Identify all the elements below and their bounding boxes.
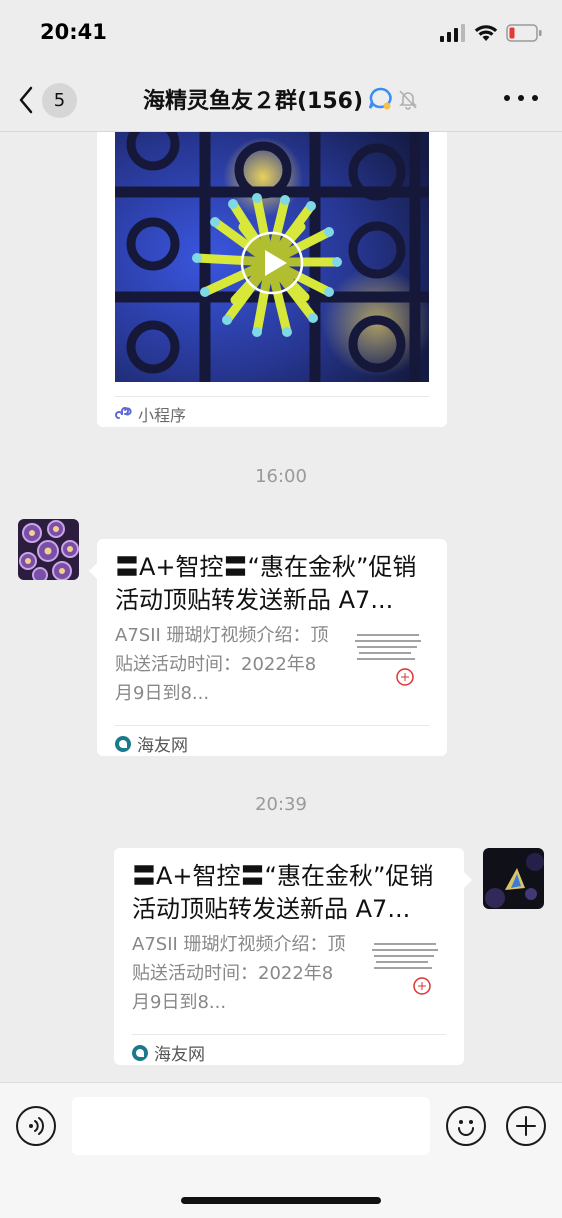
link-card-title: 〓A+智控〓“惠在金秋”促销活动顶贴转发送新品 A7... — [132, 862, 434, 923]
emoji-icon[interactable] — [446, 1106, 486, 1146]
mute-bell-icon — [399, 90, 417, 110]
timestamp: 16:00 — [255, 466, 307, 487]
avatar[interactable] — [483, 848, 544, 909]
link-card[interactable]: 〓A+智控〓“惠在金秋”促销活动顶贴转发送新品 A7... A7SII 珊瑚灯视… — [89, 539, 447, 756]
source-logo-icon — [115, 735, 131, 752]
link-card-description: A7SII 珊瑚灯视频介绍：顶贴送活动时间：2022年8月9日到8... — [115, 625, 329, 704]
link-card-title: 〓A+智控〓“惠在金秋”促销活动顶贴转发送新品 A7... — [115, 553, 417, 614]
link-card[interactable]: 〓A+智控〓“惠在金秋”促销活动顶贴转发送新品 A7... A7SII 珊瑚灯视… — [114, 848, 472, 1065]
avatar[interactable] — [18, 519, 79, 580]
mini-program-card[interactable]: 小程序 — [97, 132, 447, 427]
more-icon[interactable] — [504, 88, 538, 108]
video-thumbnail[interactable] — [115, 132, 429, 382]
divider — [115, 725, 429, 726]
chat-messages[interactable]: 小程序 16:00 〓A+智控〓“惠在金秋”促销活动顶贴转发送新品 A7... … — [0, 132, 562, 1082]
battery-icon — [506, 24, 542, 42]
status-bar: 20:41 — [0, 0, 562, 66]
timestamp: 20:39 — [255, 794, 307, 815]
voice-icon[interactable] — [16, 1106, 56, 1146]
chat-header: 5 海精灵鱼友２群(156) — [0, 66, 562, 132]
mini-program-icon — [115, 407, 132, 419]
chat-title-container: 海精灵鱼友２群(156) — [0, 83, 562, 115]
wifi-icon — [474, 25, 498, 41]
divider — [132, 1034, 446, 1035]
link-card-thumbnail — [347, 627, 429, 705]
play-icon[interactable] — [239, 230, 305, 296]
plus-icon[interactable] — [506, 1106, 546, 1146]
chat-title: 海精灵鱼友２群(156) — [142, 89, 364, 114]
divider — [115, 396, 429, 397]
mini-program-label: 小程序 — [115, 402, 186, 426]
status-time: 20:41 — [40, 20, 107, 44]
chat-bubble-badge-icon — [368, 87, 392, 110]
link-card-source: 海友网 — [115, 731, 188, 756]
home-indicator — [181, 1197, 381, 1204]
message-input[interactable] — [72, 1097, 430, 1155]
link-card-source: 海友网 — [132, 1040, 205, 1065]
source-logo-icon — [132, 1044, 148, 1061]
status-icons — [440, 24, 542, 42]
link-card-description: A7SII 珊瑚灯视频介绍：顶贴送活动时间：2022年8月9日到8... — [132, 934, 346, 1013]
link-card-thumbnail — [364, 936, 446, 1014]
signal-icon — [440, 24, 465, 42]
